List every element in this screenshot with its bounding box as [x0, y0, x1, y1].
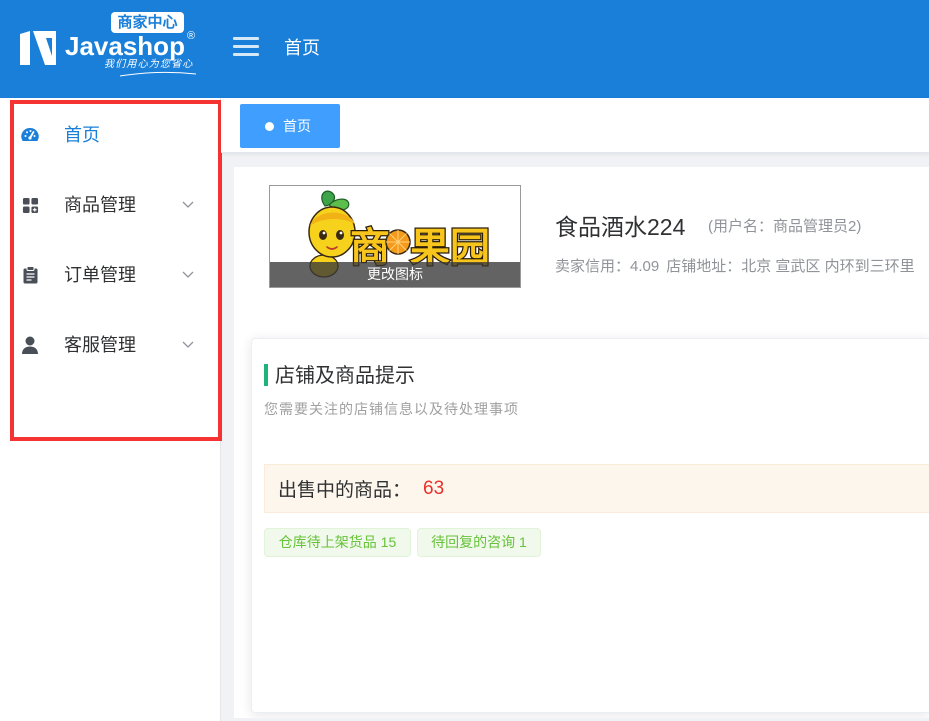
- sidebar-item-label: 首页: [64, 125, 100, 145]
- address-value: 北京 宣武区 内环到三环里: [741, 258, 915, 275]
- tab-bar: 首页: [221, 98, 929, 153]
- hamburger-bar: [233, 45, 259, 48]
- address-label: 店铺地址：: [666, 258, 742, 275]
- shop-tips-card: 店铺及商品提示 您需要关注的店铺信息以及待处理事项 出售中的商品： 63 仓库待…: [251, 338, 929, 713]
- shop-username: (用户名：商品管理员2): [708, 218, 862, 235]
- active-dot-icon: [265, 121, 274, 131]
- title-accent-bar: [264, 364, 268, 386]
- top-header: 商家中心 Javashop ® 我们用心为您省心 首页: [0, 0, 929, 98]
- card-title: 店铺及商品提示: [275, 365, 415, 387]
- shop-meta: 卖家信用：4.09 店铺地址：北京 宣武区 内环到三环里: [555, 257, 915, 277]
- sidebar-item-goods[interactable]: 商品管理: [0, 170, 220, 240]
- sidebar-item-customer-service[interactable]: 客服管理: [0, 310, 220, 380]
- logo-mark-icon: [20, 31, 56, 65]
- sidebar-item-label: 商品管理: [64, 195, 136, 215]
- pending-consult-tag[interactable]: 待回复的咨询 1: [417, 528, 541, 557]
- card-subtitle: 您需要关注的店铺信息以及待处理事项: [264, 401, 519, 417]
- header-breadcrumb: 首页: [284, 38, 320, 58]
- sidebar-item-label: 客服管理: [64, 335, 136, 355]
- tab-label: 首页: [283, 118, 311, 134]
- javashop-logo[interactable]: 商家中心 Javashop ® 我们用心为您省心: [0, 0, 210, 98]
- hamburger-bar: [233, 53, 259, 56]
- sidebar-item-home[interactable]: 首页: [0, 100, 220, 170]
- sidebar-item-label: 订单管理: [64, 265, 136, 285]
- hamburger-bar: [233, 37, 259, 40]
- chevron-down-icon: [182, 201, 194, 208]
- on-sale-count[interactable]: 63: [423, 478, 444, 500]
- logo-registered-mark: ®: [187, 30, 196, 42]
- chevron-down-icon: [182, 271, 194, 278]
- pending-shelf-tag[interactable]: 仓库待上架货品 15: [264, 528, 411, 557]
- hamburger-menu-icon[interactable]: [233, 37, 259, 57]
- change-logo-button[interactable]: 更改图标: [270, 262, 520, 287]
- logo-swoosh-icon: [119, 71, 197, 77]
- logo-badge: 商家中心: [111, 12, 184, 33]
- dashboard-icon: [21, 126, 39, 144]
- grid-icon: [21, 196, 39, 214]
- sidebar-menu: 首页 商品管理 订单管理 客服管理: [0, 98, 221, 721]
- chevron-down-icon: [182, 341, 194, 348]
- on-sale-notice: 出售中的商品： 63: [264, 464, 929, 513]
- credit-label: 卖家信用：: [555, 258, 631, 275]
- shop-logo[interactable]: 商 果 园 更改图标: [269, 185, 521, 288]
- logo-name: Javashop: [65, 31, 185, 61]
- shop-name: 食品酒水224: [555, 214, 686, 240]
- tab-home[interactable]: 首页: [240, 104, 340, 148]
- clipboard-icon: [21, 266, 39, 284]
- sidebar-item-orders[interactable]: 订单管理: [0, 240, 220, 310]
- on-sale-label: 出售中的商品：: [278, 480, 412, 501]
- dashboard-content: 商 果 园 更改图标 食品酒水224 (用户名：商品管理员2) 卖家信用：4.0…: [234, 167, 929, 718]
- user-icon: [21, 336, 39, 354]
- credit-value: 4.09: [630, 258, 660, 275]
